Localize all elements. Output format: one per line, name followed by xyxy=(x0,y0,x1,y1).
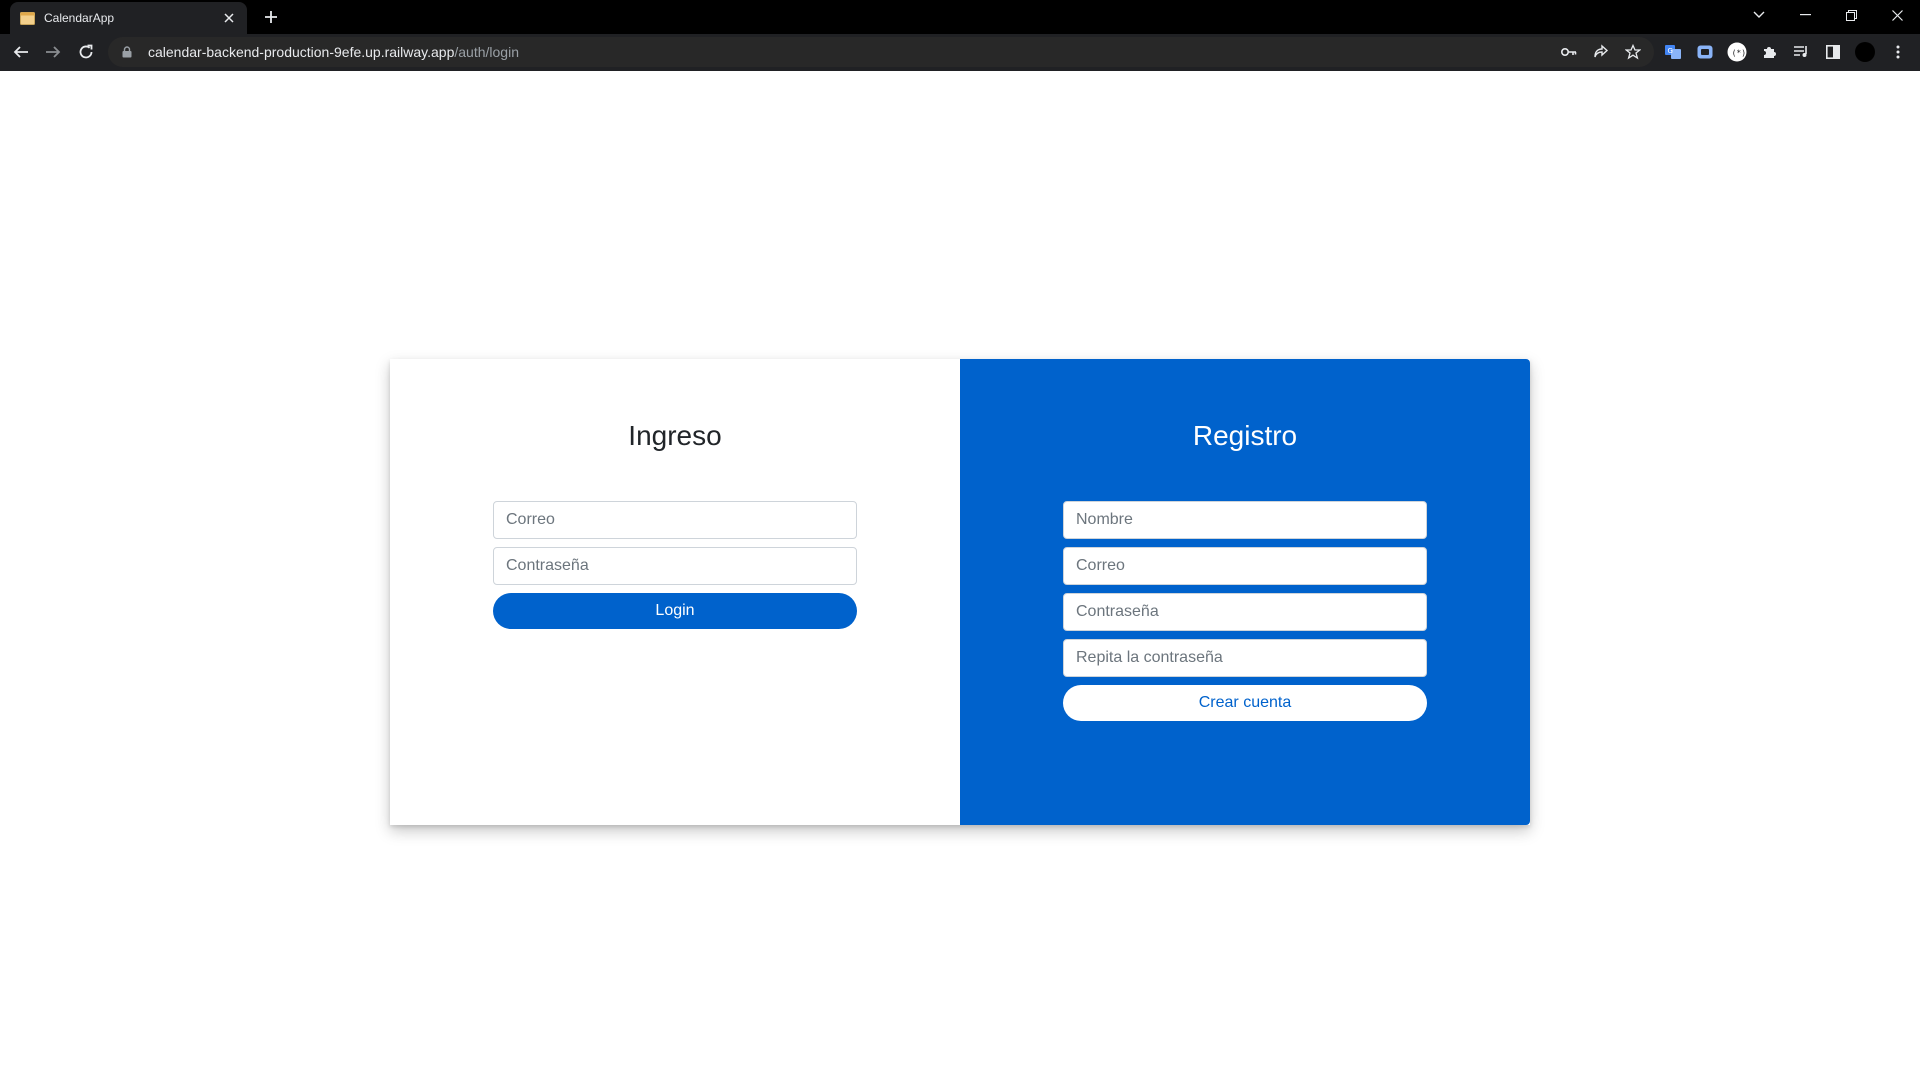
share-icon[interactable] xyxy=(1590,41,1612,63)
screen-capture-extension-icon[interactable] xyxy=(1694,41,1716,63)
register-title: Registro xyxy=(1192,420,1298,451)
login-panel: Ingreso Login xyxy=(390,359,960,825)
url-path: /auth/login xyxy=(454,44,519,60)
login-password-input[interactable] xyxy=(493,547,857,585)
side-panel-icon[interactable] xyxy=(1822,41,1844,63)
browser-tab[interactable]: CalendarApp xyxy=(10,2,247,34)
register-form: Crear cuenta xyxy=(1063,501,1427,721)
new-tab-icon[interactable] xyxy=(260,6,282,28)
url-host: calendar-backend-production-9efe.up.rail… xyxy=(148,44,455,60)
more-menu-icon[interactable] xyxy=(1887,41,1909,63)
back-arrow-icon[interactable] xyxy=(9,40,33,64)
minimize-icon[interactable] xyxy=(1782,0,1828,30)
svg-text:(*): (*) xyxy=(1732,48,1746,57)
tab-search-chevron-down-icon[interactable] xyxy=(1736,0,1782,30)
react-devtools-extension-icon[interactable]: (*) xyxy=(1726,41,1748,63)
login-button[interactable]: Login xyxy=(493,593,857,629)
close-window-icon[interactable] xyxy=(1874,0,1920,30)
create-account-button[interactable]: Crear cuenta xyxy=(1063,685,1427,721)
translate-extension-icon[interactable]: G xyxy=(1662,41,1684,63)
extensions-puzzle-icon[interactable] xyxy=(1758,41,1780,63)
register-password-input[interactable] xyxy=(1063,593,1427,631)
browser-tab-strip: CalendarApp xyxy=(0,0,1920,34)
register-email-input[interactable] xyxy=(1063,547,1427,585)
register-password-repeat-input[interactable] xyxy=(1063,639,1427,677)
calendar-favicon-icon xyxy=(20,11,35,26)
reload-icon[interactable] xyxy=(74,40,98,64)
forward-arrow-icon[interactable] xyxy=(41,40,65,64)
browser-toolbar: calendar-backend-production-9efe.up.rail… xyxy=(0,34,1920,71)
restore-icon[interactable] xyxy=(1828,0,1874,30)
media-queue-icon[interactable] xyxy=(1790,41,1812,63)
register-panel: Registro Crear cuenta xyxy=(960,359,1530,825)
address-bar[interactable]: calendar-backend-production-9efe.up.rail… xyxy=(108,37,1654,67)
register-name-input[interactable] xyxy=(1063,501,1427,539)
profile-avatar-icon[interactable] xyxy=(1854,41,1876,63)
svg-text:G: G xyxy=(1668,47,1673,55)
close-tab-icon[interactable] xyxy=(221,10,237,26)
login-email-input[interactable] xyxy=(493,501,857,539)
password-key-icon[interactable] xyxy=(1558,41,1580,63)
bookmark-star-icon[interactable] xyxy=(1622,41,1644,63)
login-form: Login xyxy=(493,501,857,629)
auth-card: Ingreso Login Registro Crear cuenta xyxy=(390,359,1530,825)
login-title: Ingreso xyxy=(628,420,722,451)
tab-title: CalendarApp xyxy=(44,11,115,25)
lock-icon[interactable] xyxy=(120,45,134,59)
page-body: Ingreso Login Registro Crear cuenta xyxy=(0,71,1920,1076)
